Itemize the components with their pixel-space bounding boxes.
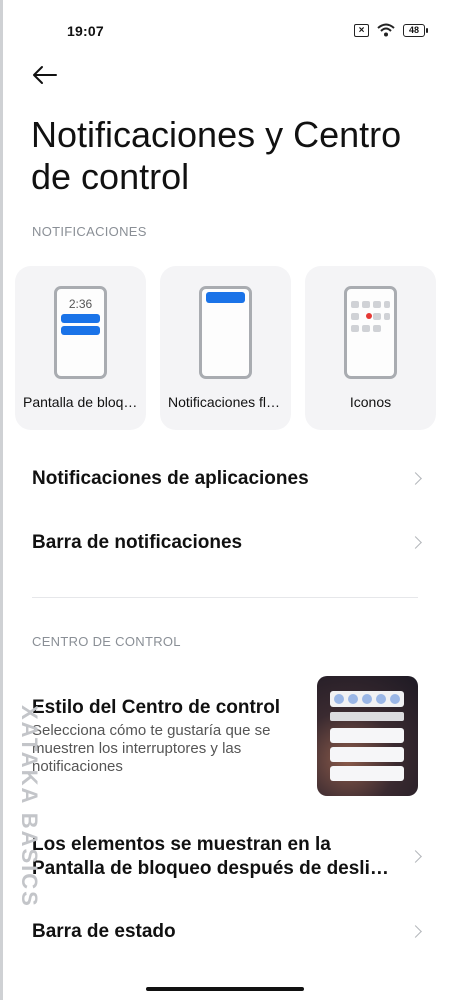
status-icons: × 48 bbox=[354, 23, 428, 37]
card-label: Notificaciones flotantes bbox=[168, 394, 283, 410]
row-notification-bar[interactable]: Barra de notificaciones bbox=[0, 519, 450, 567]
section-header-notificaciones: NOTIFICACIONES bbox=[32, 224, 147, 239]
card-label: Pantalla de bloqueo bbox=[23, 394, 138, 410]
chevron-right-icon bbox=[409, 536, 422, 549]
chevron-right-icon bbox=[409, 850, 422, 863]
row-status-bar[interactable]: Barra de estado bbox=[0, 908, 450, 956]
watermark: XATAKA BASICS bbox=[17, 705, 42, 908]
card-icons[interactable]: Iconos bbox=[305, 266, 436, 430]
icons-preview bbox=[344, 286, 397, 379]
lock-screen-preview: 2:36 bbox=[54, 286, 107, 379]
arrow-left-icon bbox=[33, 66, 57, 84]
battery-icon: 48 bbox=[403, 23, 428, 37]
row-app-notifications[interactable]: Notificaciones de aplicaciones bbox=[0, 455, 450, 503]
card-lock-screen[interactable]: 2:36 Pantalla de bloqueo bbox=[15, 266, 146, 430]
floating-notification-preview bbox=[199, 286, 252, 379]
card-floating-notifications[interactable]: Notificaciones flotantes bbox=[160, 266, 291, 430]
divider bbox=[32, 597, 418, 598]
preview-time: 2:36 bbox=[68, 297, 93, 311]
chevron-right-icon bbox=[409, 925, 422, 938]
battery-level: 48 bbox=[403, 23, 425, 37]
row-label: Barra de notificaciones bbox=[32, 532, 243, 553]
label-line-2: Pantalla de bloqueo después de deslizar bbox=[32, 858, 392, 879]
wifi-icon bbox=[377, 23, 395, 37]
home-indicator bbox=[146, 987, 304, 991]
section-header-centro-de-control: CENTRO DE CONTROL bbox=[32, 634, 181, 649]
label-line-1: Los elementos se muestran en la bbox=[32, 834, 331, 855]
control-center-style-title: Estilo del Centro de control bbox=[32, 697, 281, 718]
row-label: Notificaciones de aplicaciones bbox=[32, 468, 309, 489]
back-button[interactable] bbox=[28, 60, 62, 90]
status-bar: 19:07 × 48 bbox=[0, 0, 450, 60]
control-center-style-preview[interactable] bbox=[317, 676, 418, 796]
sim-off-icon: × bbox=[354, 23, 369, 37]
card-label: Iconos bbox=[349, 394, 392, 410]
row-label: Barra de estado bbox=[32, 921, 176, 942]
chevron-right-icon bbox=[409, 472, 422, 485]
control-center-style-description: Selecciona cómo te gustaría que se muest… bbox=[32, 722, 271, 775]
status-time: 19:07 bbox=[67, 23, 104, 39]
lock-screen-elements-label: Los elementos se muestran en la Pantalla… bbox=[32, 833, 392, 881]
badge-dot bbox=[366, 313, 372, 319]
page-title: Notificaciones y Centro de control bbox=[31, 114, 402, 197]
